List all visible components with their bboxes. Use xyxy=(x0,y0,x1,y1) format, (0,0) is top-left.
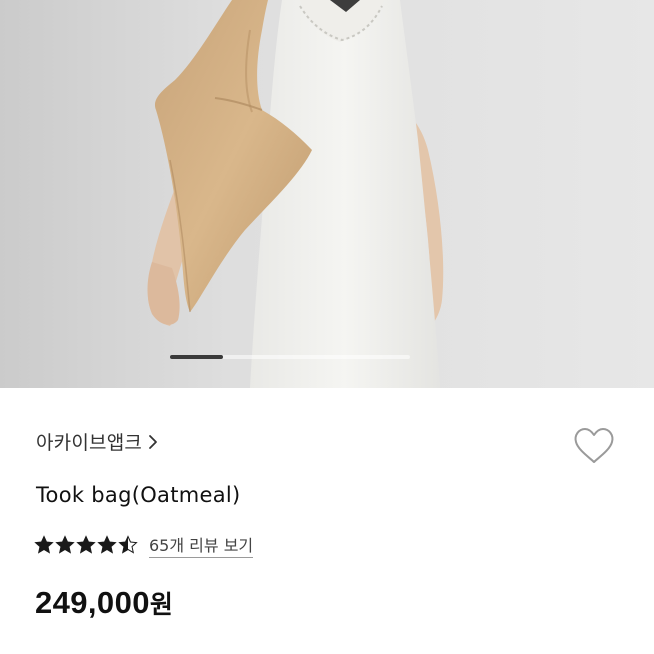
price-value: 249,000 xyxy=(35,585,150,620)
star-icon xyxy=(97,535,117,554)
review-link[interactable]: 65개 리뷰 보기 xyxy=(149,532,254,558)
rating-row: 65개 리뷰 보기 xyxy=(34,532,254,558)
heart-outline-icon[interactable] xyxy=(572,426,616,466)
price: 249,000원 xyxy=(35,585,173,621)
star-icon xyxy=(118,535,138,554)
carousel-indicator xyxy=(170,355,410,359)
star-rating xyxy=(34,535,139,555)
star-icon xyxy=(76,535,96,554)
star-icon xyxy=(34,535,54,554)
chevron-right-icon xyxy=(149,434,157,449)
star-icon xyxy=(55,535,75,554)
brand-name: 아카이브앱크 xyxy=(36,432,143,454)
product-image[interactable] xyxy=(0,0,654,388)
product-photo xyxy=(0,0,654,388)
product-title: Took bag(Oatmeal) xyxy=(36,483,241,507)
price-unit: 원 xyxy=(149,590,174,619)
brand-link[interactable]: 아카이브앱크 xyxy=(36,428,160,455)
carousel-progress-fill xyxy=(170,355,223,359)
